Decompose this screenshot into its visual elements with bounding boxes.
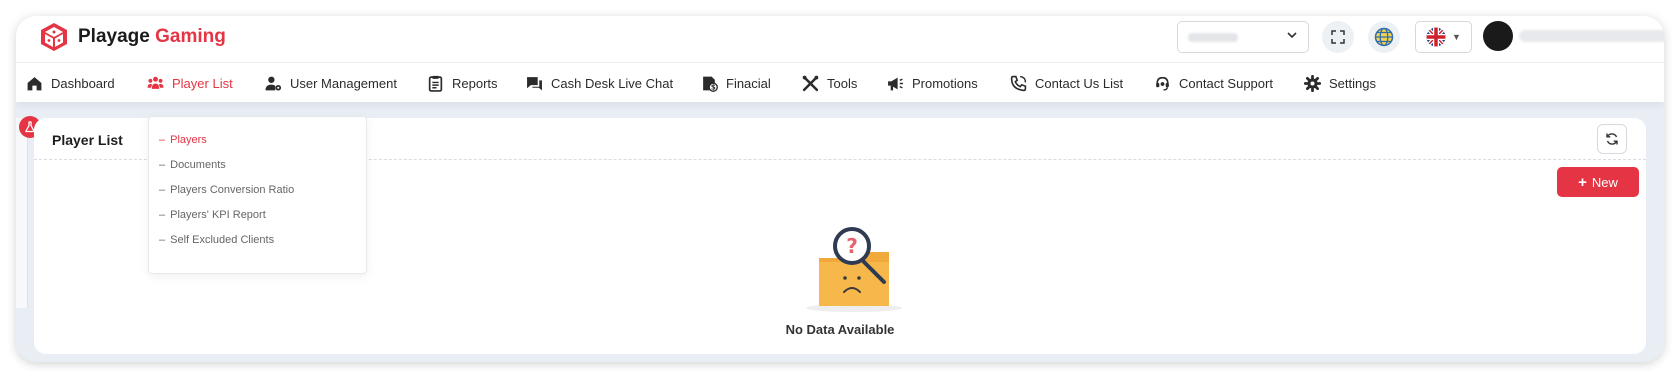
- fullscreen-icon: [1331, 30, 1345, 44]
- nav-label: Contact Us List: [1035, 75, 1124, 91]
- caret-down-icon: ▼: [1452, 32, 1461, 42]
- nav-label: Player List: [172, 75, 233, 91]
- user-menu[interactable]: [1483, 21, 1664, 51]
- nav-label: Cash Desk Live Chat: [551, 75, 674, 91]
- nav-item-settings[interactable]: Settings: [1304, 63, 1376, 103]
- dropdown-item-label: Players' KPI Report: [170, 209, 266, 221]
- globe-icon: [1374, 27, 1394, 47]
- nav-item-tools[interactable]: Tools: [802, 63, 857, 103]
- clipboard-icon: [427, 75, 444, 92]
- nav-label: User Management: [290, 75, 397, 91]
- gear-icon: [1304, 74, 1321, 92]
- chat-icon: [526, 75, 543, 92]
- nav-item-promotions[interactable]: Promotions: [887, 63, 978, 103]
- chevron-down-icon: [1286, 29, 1298, 44]
- nav-item-dashboard[interactable]: Dashboard: [26, 63, 115, 103]
- plus-icon: +: [1578, 173, 1587, 191]
- brand[interactable]: Playage Gaming: [38, 21, 226, 53]
- user-gear-icon: [265, 75, 282, 92]
- dropdown-item-label: Players: [170, 134, 207, 146]
- nav-label: Settings: [1329, 75, 1376, 91]
- nav-item-player-list[interactable]: Player List: [147, 63, 233, 103]
- app-window: Playage Gaming ▼ Dashboard Player List U…: [16, 16, 1664, 362]
- globe-button[interactable]: [1368, 21, 1400, 53]
- nav-item-finacial[interactable]: $ Finacial: [701, 63, 771, 103]
- nav-label: Contact Support: [1179, 75, 1273, 91]
- nav-label: Reports: [452, 75, 498, 91]
- dropdown-item-players[interactable]: – Players: [159, 134, 207, 146]
- nav-label: Finacial: [726, 75, 771, 91]
- brand-select[interactable]: [1177, 21, 1309, 53]
- dropdown-item-label: Self Excluded Clients: [170, 234, 275, 246]
- language-selector[interactable]: ▼: [1415, 21, 1472, 53]
- empty-folder-icon: ?: [806, 227, 902, 312]
- uk-flag-icon: [1426, 27, 1446, 47]
- main-nav: Dashboard Player List User Management Re…: [16, 62, 1664, 102]
- nav-label: Tools: [827, 75, 858, 91]
- dropdown-item-label: Players Conversion Ratio: [170, 184, 295, 196]
- user-name: [1519, 30, 1664, 42]
- nav-label: Promotions: [912, 75, 978, 91]
- nav-item-cash-desk-live-chat[interactable]: Cash Desk Live Chat: [526, 63, 673, 103]
- tools-icon: [802, 75, 819, 92]
- nav-item-contact-support[interactable]: Contact Support: [1154, 63, 1273, 103]
- refresh-icon: [1606, 133, 1618, 145]
- dropdown-item-label: Documents: [170, 159, 226, 171]
- dropdown-item-players-kpi-report[interactable]: – Players' KPI Report: [159, 209, 266, 221]
- nav-item-contact-us-list[interactable]: Contact Us List: [1010, 63, 1123, 103]
- brand-name: Playage Gaming: [78, 26, 226, 48]
- fullscreen-button[interactable]: [1322, 21, 1354, 53]
- nav-item-user-management[interactable]: User Management: [265, 63, 397, 103]
- nav-label: Dashboard: [51, 75, 115, 91]
- phone-icon: [1010, 75, 1027, 92]
- headset-icon: [1154, 75, 1171, 92]
- side-rail: [16, 118, 28, 308]
- brand-select-value: [1188, 33, 1238, 42]
- nav-item-reports[interactable]: Reports: [427, 63, 498, 103]
- svg-text:?: ?: [846, 234, 858, 258]
- megaphone-icon: [887, 75, 904, 92]
- top-bar: Playage Gaming ▼: [16, 16, 1664, 62]
- refresh-button[interactable]: [1597, 124, 1627, 154]
- empty-state-text: No Data Available: [785, 322, 895, 337]
- brand-name-accent: Gaming: [155, 26, 226, 47]
- svg-text:$: $: [711, 83, 716, 91]
- dropdown-item-players-conversion-ratio[interactable]: – Players Conversion Ratio: [159, 184, 294, 196]
- new-button-label: New: [1591, 174, 1618, 190]
- new-button[interactable]: + New: [1557, 167, 1639, 197]
- player-list-dropdown: – Players – Documents – Players Conversion …: [148, 116, 367, 274]
- users-icon: [147, 75, 164, 92]
- dropdown-item-self-excluded-clients[interactable]: – Self Excluded Clients: [159, 234, 274, 246]
- dice-logo-icon: [41, 23, 67, 51]
- finance-icon: $: [701, 75, 718, 92]
- home-icon: [26, 75, 43, 92]
- brand-name-primary: Playage: [78, 26, 150, 47]
- avatar: [1483, 21, 1513, 51]
- page-title: Player List: [52, 132, 123, 148]
- dropdown-item-documents[interactable]: – Documents: [159, 159, 226, 171]
